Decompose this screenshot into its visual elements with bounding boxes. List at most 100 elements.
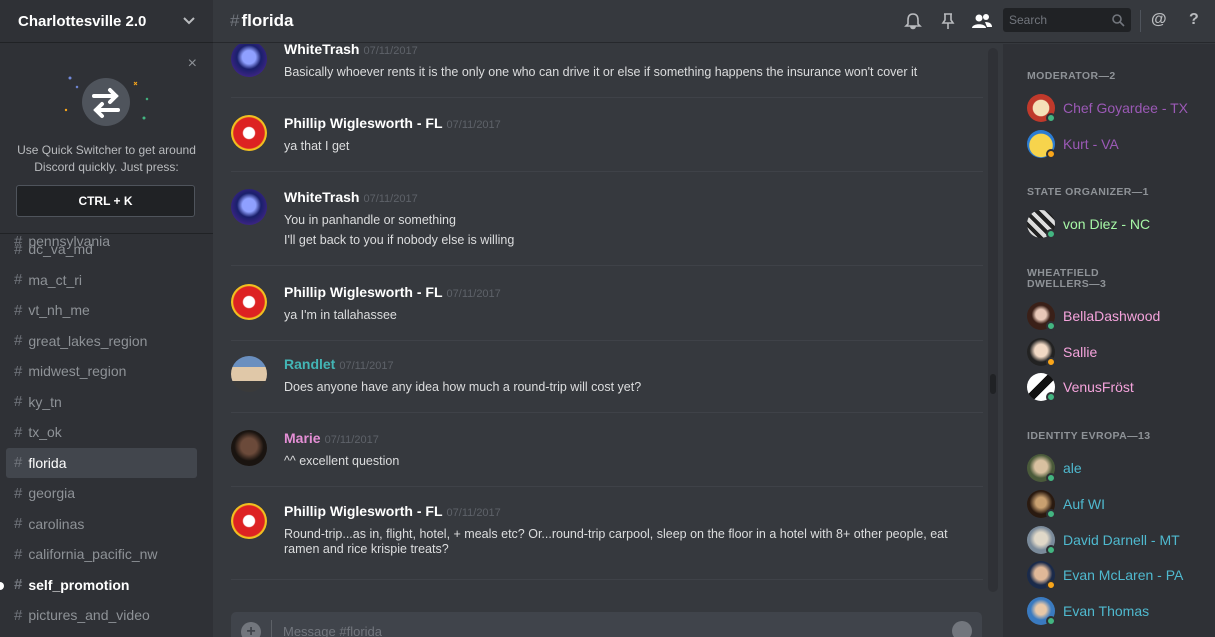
member-item[interactable]: Chef Goyardee - TX [1027,94,1207,130]
avatar[interactable] [231,44,267,77]
member-group-label: STATE ORGANIZER—1 [1027,186,1149,198]
channel-ma-ct-ri[interactable]: # ma_ct_ri [6,265,197,295]
status-indicator [1046,545,1056,555]
members-icon[interactable] [971,11,993,31]
server-name: Charlottesville 2.0 [18,12,147,30]
message-input[interactable]: Message #florida [283,624,382,637]
member-name: Evan McLaren - PA [1063,567,1184,583]
help-icon[interactable]: ? [1189,11,1199,29]
member-item[interactable]: Evan Thomas [1027,597,1207,633]
member-item[interactable]: BellaDashwood [1027,302,1207,338]
avatar[interactable] [231,284,267,320]
member-item[interactable]: Kurt - VA [1027,130,1207,166]
message-text: Round-trip...as in, flight, hotel, + mea… [284,527,948,556]
message-group[interactable]: WhiteTrash 07/11/2017 You in panhandle or … [231,189,983,266]
message-group[interactable]: WhiteTrash 07/11/2017 Basically whoever re… [231,44,983,98]
avatar[interactable] [231,189,267,225]
search-input[interactable]: Search [1003,8,1131,32]
message-group[interactable]: Phillip Wiglesworth - FL 07/11/2017 ya I'm… [231,284,983,341]
channel-vt-nh-me[interactable]: # vt_nh_me [6,295,197,325]
avatar[interactable] [231,503,267,539]
avatar[interactable] [231,115,267,151]
hash-icon: # [14,271,23,289]
member-item[interactable]: Sallie [1027,338,1207,374]
message-group[interactable]: Marie 07/11/2017 ^^ excellent question [231,430,983,487]
server-header[interactable]: Charlottesville 2.0 [0,0,213,43]
channel-florida[interactable]: # florida [6,447,197,478]
emoji-icon[interactable] [952,621,972,637]
username[interactable]: Phillip Wiglesworth - FL [284,503,443,519]
message-composer[interactable]: + Message #florida [231,612,982,637]
message-body: ya that I get [284,136,964,156]
hash-icon: # [14,362,23,380]
message-header: Randlet 07/11/2017 [284,356,394,372]
username[interactable]: Randlet [284,356,335,372]
channel-midwest-region[interactable]: # midwest_region [6,356,197,386]
hash-icon: # [14,454,23,472]
composer-divider [271,620,272,637]
message-header: Phillip Wiglesworth - FL 07/11/2017 [284,284,501,300]
quick-switcher-illustration [64,76,149,126]
chevron-down-icon [183,17,195,25]
channel-ky-tn[interactable]: # ky_tn [6,387,197,417]
member-name: von Diez - NC [1063,216,1151,232]
channel-tx-ok[interactable]: # tx_ok [6,417,197,447]
member-name: Evan Thomas [1063,603,1150,619]
member-name: Sallie [1063,344,1098,360]
status-indicator [1046,357,1056,367]
member-item[interactable]: Auf WI [1027,490,1207,526]
message-group[interactable]: Phillip Wiglesworth - FL 07/11/2017 ya tha… [231,115,983,172]
message-header: Phillip Wiglesworth - FL 07/11/2017 [284,503,501,519]
scrollbar-thumb[interactable] [990,374,996,394]
timestamp: 07/11/2017 [446,288,501,300]
channel-self-promotion[interactable]: # self_promotion [0,570,197,600]
avatar[interactable] [231,356,267,392]
member-item[interactable]: ale [1027,454,1207,490]
timestamp: 07/11/2017 [363,193,418,205]
channel-great-lakes-region[interactable]: # great_lakes_region [6,326,197,356]
channel-california-pacific-nw[interactable]: # california_pacific_nw [6,539,197,569]
hash-icon: # [14,332,23,350]
message-body: Does anyone have any idea how much a rou… [284,377,964,397]
username[interactable]: Marie [284,430,321,446]
member-item[interactable]: von Diez - NC [1027,210,1207,246]
search-placeholder: Search [1009,13,1048,27]
hash-icon: # [14,576,23,594]
channel-georgia[interactable]: # georgia [6,478,197,508]
hash-icon: # [14,393,23,411]
message-text: Does anyone have any idea how much a rou… [284,380,642,394]
username[interactable]: Phillip Wiglesworth - FL [284,115,443,131]
pin-icon[interactable] [938,11,958,31]
message-group[interactable]: Phillip Wiglesworth - FL 07/11/2017 Round-… [231,503,983,580]
channel-label: self_promotion [28,576,130,593]
mentions-icon[interactable]: @ [1151,11,1167,29]
channel-dc-va-md[interactable]: # dc_va_md [6,234,197,264]
username[interactable]: Phillip Wiglesworth - FL [284,284,443,300]
member-name: Chef Goyardee - TX [1063,100,1189,116]
avatar[interactable] [231,430,267,466]
upload-button[interactable]: + [241,622,261,637]
hash-icon: # [230,11,240,30]
status-indicator [1046,229,1056,239]
scrollbar-track[interactable] [988,48,998,592]
channel-carolinas[interactable]: # carolinas [6,509,197,539]
message-text: You in panhandle or something [284,213,456,227]
close-icon[interactable]: × [188,56,197,72]
username[interactable]: WhiteTrash [284,189,359,205]
hash-icon: # [14,484,23,502]
channel-pictures-and-video[interactable]: # pictures_and_video [6,600,197,630]
message-header: Phillip Wiglesworth - FL 07/11/2017 [284,115,501,131]
channel-label: great_lakes_region [28,332,148,349]
timestamp: 07/11/2017 [446,507,501,519]
bell-icon[interactable] [903,11,923,31]
member-item[interactable]: David Darnell - MT [1027,526,1207,562]
member-group-label: IDENTITY EVROPA—13 [1027,430,1151,442]
message-text: Basically whoever rents it is the only o… [284,65,918,79]
username[interactable]: WhiteTrash [284,44,359,57]
member-item[interactable]: VenusFröst [1027,373,1207,409]
message-group[interactable]: Randlet 07/11/2017 Does anyone have any id… [231,356,983,413]
member-item[interactable]: Evan McLaren - PA [1027,561,1207,597]
quick-switcher-shortcut[interactable]: CTRL + K [16,185,195,217]
channel-sidebar: Charlottesville 2.0 # pennsylvania # dc_va_… [0,0,213,637]
status-indicator [1046,580,1056,590]
